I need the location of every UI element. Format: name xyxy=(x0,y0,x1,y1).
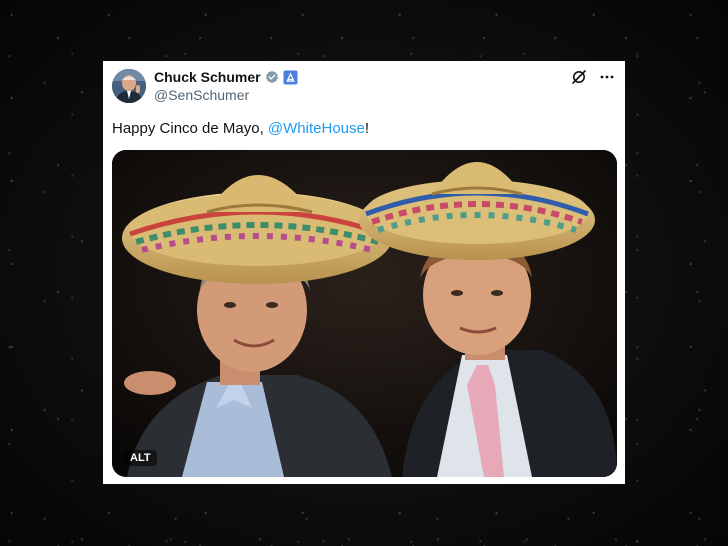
verified-badge-icon xyxy=(265,70,279,84)
post-actions xyxy=(571,69,615,90)
post-text-end: ! xyxy=(364,120,370,137)
post-text-body: Happy Cinco de Mayo, xyxy=(112,120,268,137)
mention-link[interactable]: @WhiteHouse xyxy=(268,120,365,137)
author-name[interactable]: Chuck Schumer xyxy=(154,69,261,85)
alt-text-badge[interactable]: ALT xyxy=(124,450,157,466)
more-options-icon[interactable] xyxy=(599,69,615,90)
government-affiliate-icon[interactable] xyxy=(283,69,298,85)
photo xyxy=(112,150,617,477)
post-media[interactable]: ALT xyxy=(112,150,617,477)
avatar[interactable] xyxy=(112,69,146,103)
post-card: Chuck Schumer @SenSchumer Happy Cinco de… xyxy=(103,61,625,484)
grok-icon[interactable] xyxy=(571,69,587,90)
author-row: Chuck Schumer xyxy=(154,69,298,85)
author-handle[interactable]: @SenSchumer xyxy=(154,87,249,103)
post-text: Happy Cinco de Mayo, @WhiteHouse! xyxy=(112,120,369,137)
